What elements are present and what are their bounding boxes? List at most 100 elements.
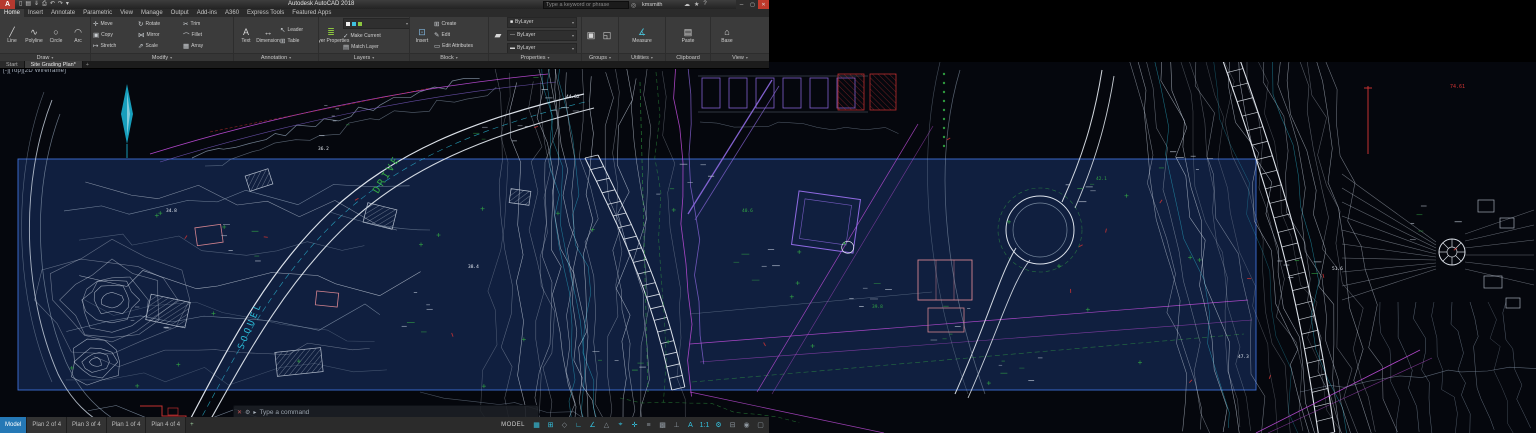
close-button[interactable]: ✕ — [758, 0, 769, 9]
base-view-button[interactable]: ⌂ Base — [717, 27, 737, 44]
model-space-label[interactable]: MODEL — [501, 422, 525, 428]
layer-properties-button[interactable]: ≣ Layer Properties — [321, 27, 341, 44]
panel-label-annotation[interactable]: Annotation▾ — [234, 53, 318, 61]
ribbon-button[interactable]: A Text — [236, 27, 256, 44]
ribbon-button[interactable]: ▤ Match Layer — [343, 41, 409, 52]
save-icon[interactable]: ⇓ — [34, 0, 39, 9]
ribbon-button[interactable]: ✂ Trim — [183, 19, 228, 30]
command-input[interactable]: Type a command — [259, 409, 309, 416]
dynamic-ucs-icon[interactable]: ⊥ — [670, 419, 683, 432]
file-tab[interactable]: Start — [0, 61, 25, 68]
ribbon-button[interactable]: ⊞ Create — [434, 19, 473, 30]
grid-icon[interactable]: ▦ — [530, 419, 543, 432]
ribbon-tab[interactable]: Annotate — [47, 9, 79, 17]
site-grading-plan-drawing[interactable]: SOQUELDRIVE36.234.838.444.6240.639.842.1… — [0, 62, 1536, 433]
panel-label-block[interactable]: Block▾ — [410, 53, 488, 61]
app-store-icon[interactable]: ★ — [694, 1, 699, 8]
insert-block-button[interactable]: ⊡ Insert — [412, 27, 432, 44]
panel-label-utilities[interactable]: Utilities▾ — [619, 53, 665, 61]
ribbon-button[interactable]: ∿ Polyline — [24, 27, 44, 44]
layout-tab[interactable]: Plan 3 of 4 — [67, 417, 107, 433]
ribbon-button[interactable]: ↔ Dimension — [258, 27, 278, 44]
isolate-objects-icon[interactable]: ◉ — [740, 419, 753, 432]
ribbon-button[interactable]: ▦ Array — [183, 41, 228, 52]
polar-tracking-icon[interactable]: ∠ — [586, 419, 599, 432]
ribbon-button[interactable]: ⇗ Scale — [138, 41, 183, 52]
panel-label-properties[interactable]: Properties▾ — [489, 53, 581, 61]
clean-screen-icon[interactable]: ▢ — [754, 419, 767, 432]
ribbon-button[interactable]: ↦ Stretch — [93, 41, 138, 52]
osnap-icon[interactable]: ⌖ — [614, 419, 627, 432]
new-layout-button[interactable]: + — [186, 417, 198, 433]
file-tab[interactable]: Site Grading Plan* — [25, 61, 83, 68]
help-icon[interactable]: ? — [703, 1, 706, 8]
object-snap-tracking-icon[interactable]: ✛ — [628, 419, 641, 432]
a360-cloud-icon[interactable]: ☁ — [684, 1, 690, 8]
ribbon-button[interactable]: ▣ Copy — [93, 30, 138, 41]
ribbon-tab[interactable]: Add-ins — [193, 9, 221, 17]
ribbon-button[interactable]: ⊞ Table — [280, 35, 303, 46]
open-icon[interactable]: ▤ — [25, 0, 31, 9]
bylayer-dropdown[interactable]: — ByLayer ▾ — [507, 30, 577, 41]
bylayer-dropdown[interactable]: ▬ ByLayer ▾ — [507, 43, 577, 54]
ribbon-button[interactable]: ✎ Edit — [434, 30, 473, 41]
annotation-visibility-icon[interactable]: A — [684, 419, 697, 432]
ribbon-tab[interactable]: Parametric — [79, 9, 116, 17]
panel-label-draw[interactable]: Draw▾ — [0, 53, 90, 61]
ribbon-tab[interactable]: A360 — [221, 9, 243, 17]
measure-button[interactable]: ∡ Measure — [632, 27, 652, 44]
panel-label-layers[interactable]: Layers▾ — [319, 53, 409, 61]
ribbon-button[interactable]: ✛ Move — [93, 19, 138, 30]
command-close-icon[interactable]: ✕ — [237, 409, 242, 416]
search-icon[interactable]: ◎ — [631, 2, 636, 9]
panel-label-view[interactable]: View▾ — [711, 53, 769, 61]
ribbon-button[interactable]: ╱ Line — [2, 27, 22, 44]
panel-label-groups[interactable]: Groups▾ — [582, 53, 618, 61]
undo-icon[interactable]: ↶ — [50, 0, 55, 9]
group-icon[interactable]: ▣ — [584, 30, 598, 41]
panel-label-clipboard[interactable]: Clipboard — [666, 53, 710, 61]
new-drawing-tab-button[interactable]: + — [83, 61, 92, 68]
bylayer-dropdown[interactable]: ■ ByLayer ▾ — [507, 17, 577, 28]
layout-tab[interactable]: Plan 2 of 4 — [27, 417, 67, 433]
panel-label-modify[interactable]: Modify▾ — [91, 53, 233, 61]
layout-tab[interactable]: Plan 4 of 4 — [146, 417, 186, 433]
transparency-icon[interactable]: ▩ — [656, 419, 669, 432]
layout-tab[interactable]: Plan 1 of 4 — [107, 417, 147, 433]
match-properties-button[interactable]: ▰ — [491, 30, 505, 41]
annotation-scale-icon[interactable]: 1:1 — [698, 419, 711, 432]
layer-dropdown[interactable]: ▾ — [343, 18, 409, 29]
command-customize-icon[interactable]: ⚙ — [245, 409, 250, 416]
quick-properties-icon[interactable]: ⊟ — [726, 419, 739, 432]
ribbon-tab[interactable]: Output — [167, 9, 193, 17]
lineweight-icon[interactable]: ≡ — [642, 419, 655, 432]
snap-icon[interactable]: ⊞ — [544, 419, 557, 432]
minimize-button[interactable]: ─ — [736, 0, 747, 9]
ribbon-button[interactable]: ○ Circle — [46, 27, 66, 44]
ribbon-button[interactable]: ◠ Arc — [68, 27, 88, 44]
ribbon-button[interactable]: ✓ Make Current — [343, 30, 409, 41]
ribbon-button[interactable]: ⋈ Mirror — [138, 30, 183, 41]
ribbon-button[interactable]: ↻ Rotate — [138, 19, 183, 30]
plot-icon[interactable]: ⎙ — [42, 0, 47, 9]
ribbon-button[interactable]: ⌒ Fillet — [183, 30, 228, 41]
workspace-icon[interactable]: ⚙ — [712, 419, 725, 432]
search-input[interactable] — [543, 1, 629, 9]
ribbon-button[interactable]: ▭ Edit Attributes — [434, 41, 473, 52]
ribbon-tab[interactable]: Featured Apps — [288, 9, 335, 17]
maximize-button[interactable]: ▢ — [747, 0, 758, 9]
infer-constraints-icon[interactable]: ◇ — [558, 419, 571, 432]
more-commands-icon[interactable]: ▾ — [66, 0, 69, 9]
ribbon-tab[interactable]: Insert — [24, 9, 47, 17]
ribbon-tab[interactable]: Manage — [137, 9, 167, 17]
new-icon[interactable]: ▯ — [19, 0, 22, 9]
application-menu-button[interactable]: A — [0, 0, 15, 9]
signin-user[interactable]: kmsmith — [642, 2, 662, 8]
paste-button[interactable]: ▤ Paste — [678, 27, 698, 44]
ribbon-button[interactable]: ↖ Leader — [280, 24, 303, 35]
ribbon-tab[interactable]: Express Tools — [243, 9, 288, 17]
drawing-canvas[interactable]: [-][Top][2D Wireframe] SOQUELDRIVE36.234… — [0, 62, 1536, 433]
ribbon-tab[interactable]: Home — [0, 9, 24, 17]
isodraft-icon[interactable]: △ — [600, 419, 613, 432]
redo-icon[interactable]: ↷ — [58, 0, 63, 9]
